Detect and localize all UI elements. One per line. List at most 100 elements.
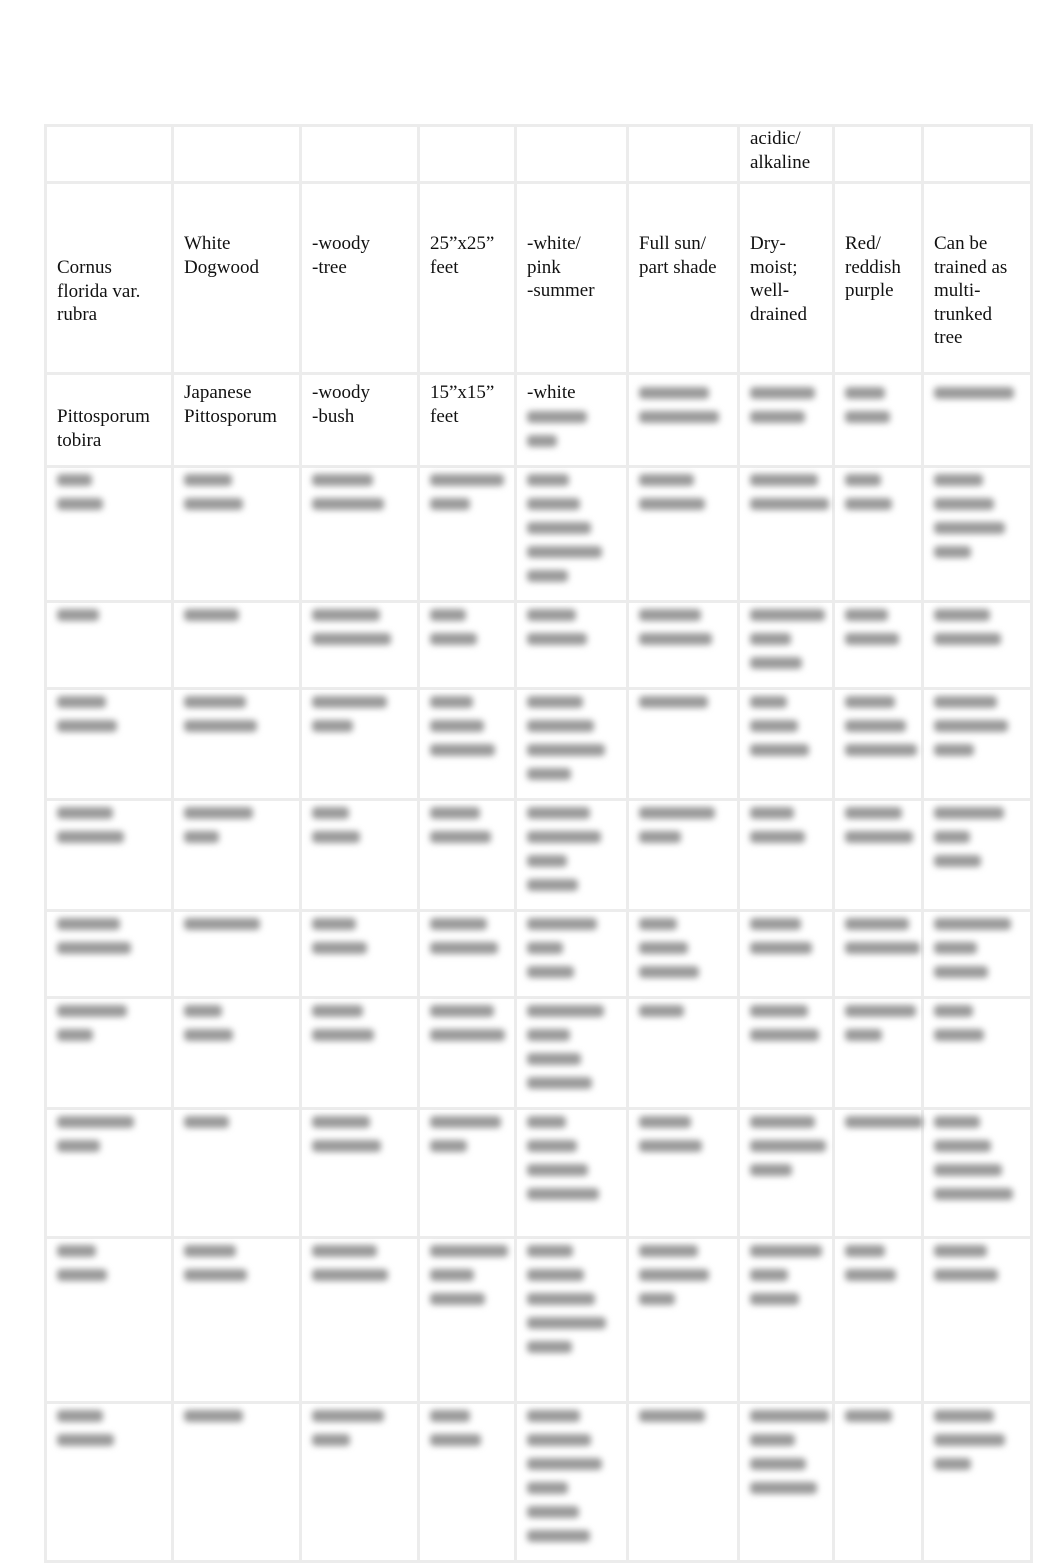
blurred-text (527, 545, 602, 558)
plant-type-cell: -woody -bush (299, 372, 420, 468)
blurred-text (934, 1187, 1013, 1200)
table-row-blurred (44, 1235, 1033, 1404)
blurred-cell (626, 372, 740, 468)
blurred-text (750, 1028, 819, 1041)
document-page: acidic/ alkaline Cornus florida var. rub… (0, 0, 1062, 1563)
blurred-text (312, 1268, 388, 1281)
blurred-text (845, 695, 895, 708)
blurred-text (430, 1115, 501, 1128)
blurred-cell (921, 686, 1033, 801)
blurred-cell (737, 686, 835, 801)
blurred-text (184, 1268, 247, 1281)
blurred-text (639, 917, 677, 930)
blurred-text (845, 917, 909, 930)
blurred-text (430, 1409, 470, 1422)
blurred-text (184, 695, 246, 708)
blurred-text (845, 941, 920, 954)
blurred-text (934, 941, 977, 954)
blurred-cell (417, 908, 517, 999)
table-cell (626, 124, 740, 184)
blurred-text (934, 1433, 1005, 1446)
blurred-text (934, 1244, 987, 1257)
blurred-text (57, 608, 99, 621)
blurred-text (750, 497, 829, 510)
blurred-text (934, 1268, 998, 1281)
blurred-text (184, 473, 232, 486)
blurred-cell (299, 908, 420, 999)
blurred-cell (44, 686, 174, 801)
blurred-cell (737, 797, 835, 912)
blurred-text (527, 1163, 588, 1176)
blurred-cell (417, 1106, 517, 1239)
blurred-text (57, 1244, 96, 1257)
blurred-text (430, 941, 498, 954)
blurred-text (750, 917, 801, 930)
blurred-text (430, 473, 504, 486)
fall-color-cell: Red/ reddish purple (832, 181, 924, 375)
blurred-text (527, 1433, 591, 1446)
blurred-text (845, 497, 892, 510)
blurred-text (527, 1076, 592, 1089)
blurred-text (57, 1409, 103, 1422)
blurred-text (639, 473, 694, 486)
blurred-cell (417, 995, 517, 1110)
blurred-cell (299, 797, 420, 912)
blurred-text (184, 719, 257, 732)
blurred-cell (299, 1235, 420, 1404)
blurred-text (57, 1004, 127, 1017)
table-row-blurred (44, 1106, 1033, 1239)
notes-cell: Can be trained as multi- trunked tree (921, 181, 1033, 375)
blurred-text (845, 608, 888, 621)
scientific-name-cell: Pittosporum tobira (44, 372, 174, 468)
blurred-text (312, 830, 360, 843)
blurred-cell (171, 1400, 302, 1563)
blurred-cell (514, 686, 629, 801)
blurred-text (184, 917, 260, 930)
light-cell: Full sun/ part shade (626, 181, 740, 375)
blurred-text (639, 608, 701, 621)
table-row-blurred (44, 995, 1033, 1110)
blurred-text (639, 806, 715, 819)
blurred-text (639, 1004, 684, 1017)
table-cell (171, 124, 302, 184)
blurred-text (934, 695, 997, 708)
blurred-text (184, 1115, 229, 1128)
blurred-text (639, 1115, 691, 1128)
blurred-text (527, 1139, 577, 1152)
blurred-text (845, 1268, 896, 1281)
blurred-text (430, 1004, 494, 1017)
blurred-text (845, 1028, 882, 1041)
plant-type-cell: -woody -tree (299, 181, 420, 375)
blurred-text (750, 1004, 808, 1017)
blurred-text (527, 941, 563, 954)
blurred-text (750, 743, 809, 756)
blurred-text (750, 1292, 799, 1305)
blurred-text (430, 1292, 485, 1305)
blurred-text (639, 1292, 675, 1305)
blurred-cell (299, 995, 420, 1110)
blurred-text (934, 1409, 994, 1422)
blurred-cell (737, 372, 835, 468)
blurred-cell (626, 686, 740, 801)
blurred-cell (832, 1235, 924, 1404)
blurred-text (527, 1028, 570, 1041)
blurred-text (57, 806, 113, 819)
blurred-text (430, 1028, 505, 1041)
blurred-text (527, 1340, 572, 1353)
blurred-text (527, 608, 576, 621)
blurred-text (527, 854, 567, 867)
blurred-text (845, 1115, 923, 1128)
blurred-text (934, 719, 1008, 732)
blurred-cell (44, 1400, 174, 1563)
table-cell (44, 124, 174, 184)
blurred-text (430, 632, 477, 645)
blurred-cell (44, 464, 174, 603)
blurred-text (430, 806, 480, 819)
table-row-header: acidic/ alkaline (44, 124, 1033, 184)
blurred-text (750, 632, 791, 645)
blurred-text (527, 917, 597, 930)
table-cell (417, 124, 517, 184)
table-row-blurred (44, 908, 1033, 999)
blurred-text (312, 1433, 350, 1446)
blurred-text (430, 1244, 508, 1257)
